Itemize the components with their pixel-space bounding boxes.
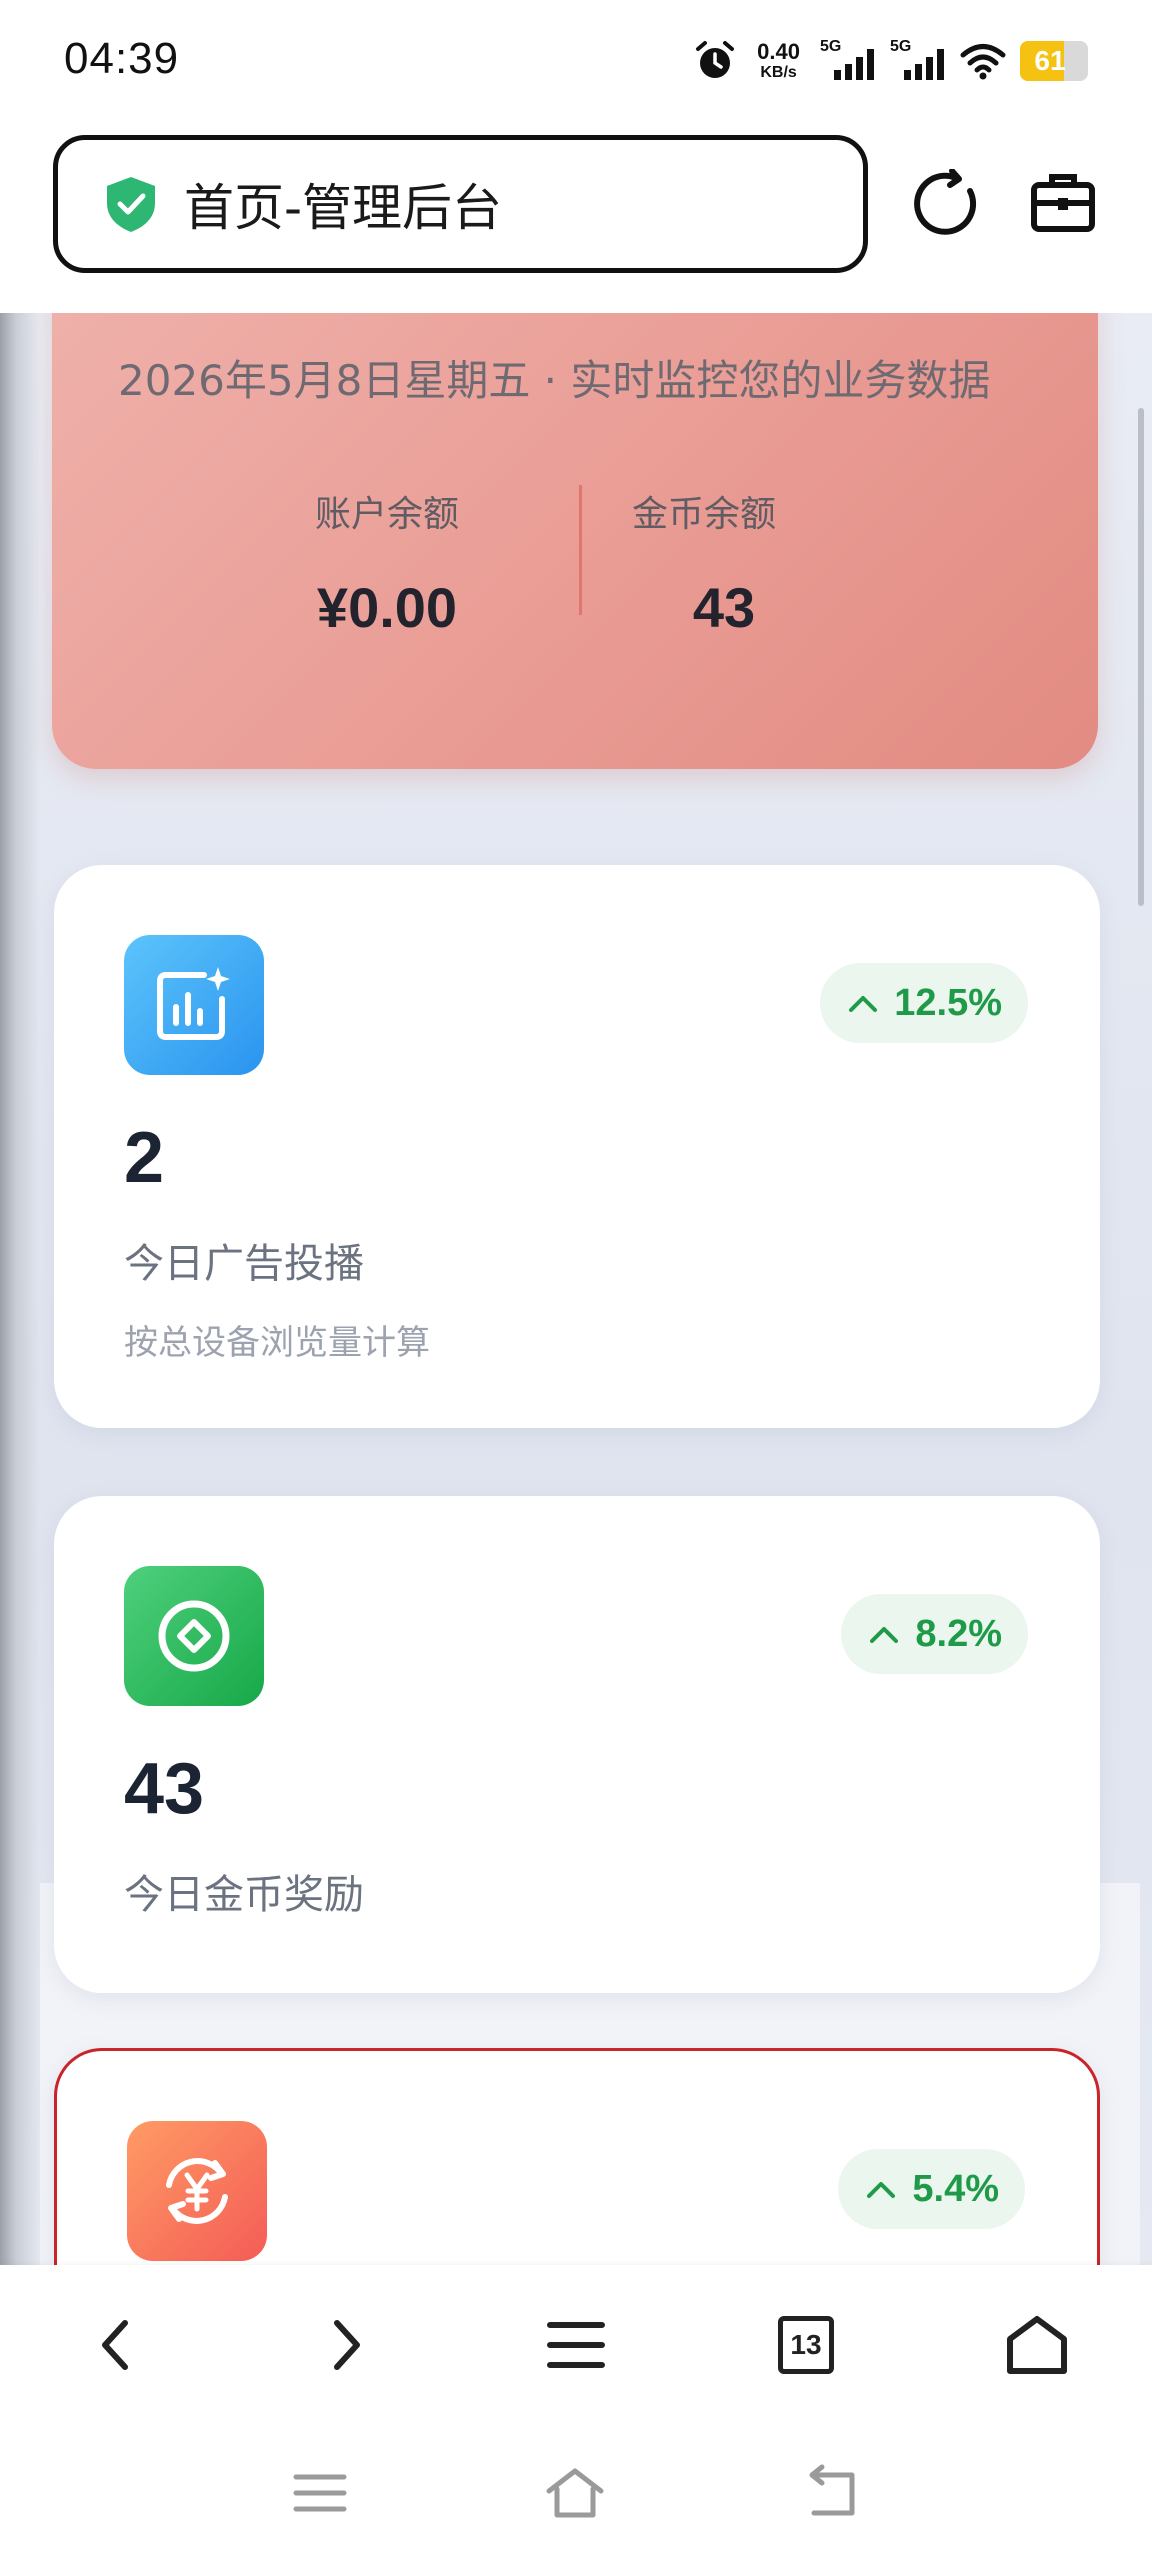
battery-level: 61 — [1034, 45, 1066, 76]
stat-value: 2 — [124, 1118, 165, 1198]
status-bar: 04:39 0.40 KB/s 5G 5G 61 — [0, 0, 1152, 125]
stat-subtitle: 按总设备浏览量计算 — [124, 1323, 430, 1363]
stat-card-ad-plays[interactable]: 12.5% 2 今日广告投播 按总设备浏览量计算 — [54, 865, 1100, 1428]
stat-label: 今日金币奖励 — [124, 1872, 364, 1918]
address-bar[interactable]: 首页-管理后台 — [53, 135, 868, 273]
network-speed: 0.40 KB/s — [757, 41, 800, 81]
stat-card-exchange[interactable]: 5.4% — [54, 2048, 1100, 2265]
side-drawer-shadow — [0, 313, 40, 2265]
forward-button[interactable] — [312, 2310, 382, 2380]
trend-badge: 12.5% — [820, 963, 1028, 1043]
arrow-up-icon — [870, 1627, 899, 1643]
stat-card-coin-rewards[interactable]: 8.2% 43 今日金币奖励 — [54, 1496, 1100, 1993]
coin-balance-label: 金币余额 — [631, 494, 776, 535]
battery-icon: 61 — [1020, 41, 1088, 81]
back-icon[interactable] — [800, 2461, 864, 2525]
recents-icon[interactable] — [288, 2461, 352, 2525]
refresh-icon[interactable] — [912, 169, 982, 239]
tab-count: 13 — [790, 2329, 822, 2360]
menu-button[interactable] — [541, 2310, 611, 2380]
arrow-up-icon — [867, 2182, 896, 2198]
status-icons: 0.40 KB/s 5G 5G 61 — [693, 36, 1088, 86]
network-speed-value: 0.40 — [757, 39, 800, 64]
coin-balance-value: 43 — [692, 576, 756, 639]
status-time: 04:39 — [64, 34, 180, 83]
wifi-icon — [960, 44, 1006, 80]
trend-value: 5.4% — [912, 2167, 999, 2210]
yuan-exchange-icon — [127, 2121, 267, 2261]
tabs-icon: 13 — [778, 2316, 834, 2374]
stat-label: 今日广告投播 — [124, 1241, 364, 1287]
home-icon — [1007, 2316, 1067, 2374]
arrow-up-icon — [849, 996, 878, 1012]
home-icon[interactable] — [543, 2461, 607, 2525]
alarm-icon — [696, 41, 735, 78]
account-balance: 账户余额 ¥0.00 — [257, 485, 517, 640]
system-navigation — [0, 2425, 1152, 2560]
back-icon — [102, 2320, 128, 2370]
trend-badge: 5.4% — [838, 2149, 1025, 2229]
browser-address-row: 首页-管理后台 — [0, 125, 1152, 313]
trend-badge: 8.2% — [841, 1594, 1028, 1674]
tabs-button[interactable]: 13 — [771, 2310, 841, 2380]
back-button[interactable] — [80, 2310, 150, 2380]
coin-icon — [124, 1566, 264, 1706]
signal-icon: 5G — [890, 38, 946, 82]
shield-check-icon — [107, 177, 155, 232]
trend-value: 12.5% — [894, 981, 1002, 1024]
forward-icon — [334, 2320, 360, 2370]
menu-icon — [547, 2322, 605, 2368]
chart-sparkle-icon — [124, 935, 264, 1075]
account-balance-value: ¥0.00 — [316, 576, 458, 639]
coin-balance: 金币余额 43 — [574, 485, 834, 640]
network-speed-unit: KB/s — [760, 64, 797, 81]
scrollbar[interactable] — [1138, 408, 1144, 906]
trend-value: 8.2% — [915, 1612, 1002, 1655]
home-button[interactable] — [1002, 2310, 1072, 2380]
welcome-banner: 2026年5月8日星期五 · 实时监控您的业务数据 账户余额 ¥0.00 金币余… — [52, 313, 1098, 769]
toolbox-icon[interactable] — [1030, 169, 1096, 235]
account-balance-label: 账户余额 — [314, 494, 459, 535]
page-title: 首页-管理后台 — [184, 179, 503, 237]
stat-value: 43 — [124, 1749, 205, 1829]
signal-icon: 5G — [820, 38, 876, 82]
browser-toolbar: 13 — [0, 2265, 1152, 2425]
date-line: 2026年5月8日星期五 · 实时监控您的业务数据 — [118, 356, 991, 405]
page-content: 2026年5月8日星期五 · 实时监控您的业务数据 账户余额 ¥0.00 金币余… — [0, 313, 1152, 2265]
